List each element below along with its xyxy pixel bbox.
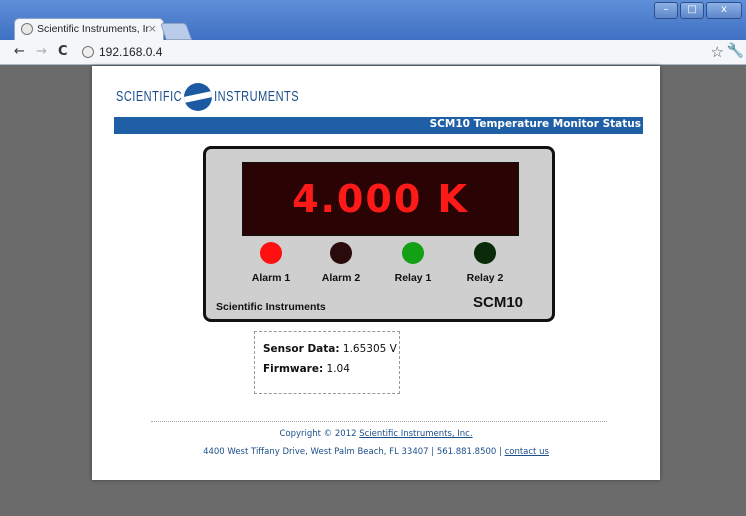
- company-link[interactable]: Scientific Instruments, Inc.: [359, 429, 472, 439]
- browser-toolbar: ← → C 192.168.0.4 ☆ 🔧: [0, 40, 746, 65]
- window-controls: – □ x: [654, 2, 742, 19]
- sensor-data-row: Sensor Data: 1.65305 V: [263, 343, 397, 355]
- temperature-reading: 4.000 K: [292, 177, 469, 221]
- alarm-2-label: Alarm 2: [321, 272, 361, 284]
- tab-title: Scientific Instruments, Inc. SC: [37, 23, 149, 35]
- alarm-1-label: Alarm 1: [251, 272, 291, 284]
- relay-2-indicator: [474, 242, 496, 264]
- firmware-value: 1.04: [326, 363, 350, 375]
- footer-divider: [151, 421, 607, 422]
- firmware-row: Firmware: 1.04: [263, 363, 350, 375]
- relay-2-label: Relay 2: [466, 272, 504, 284]
- footer-copyright: Copyright © 2012 Scientific Instruments,…: [92, 429, 660, 439]
- browser-tab[interactable]: Scientific Instruments, Inc. SC ×: [14, 18, 164, 40]
- browser-title-bar: Scientific Instruments, Inc. SC × – □ x: [0, 0, 746, 40]
- web-page: SCIENTIFIC INSTRUMENTS SCM10 Temperature…: [92, 66, 660, 480]
- reload-icon[interactable]: C: [58, 44, 68, 59]
- sensor-data-value: 1.65305 V: [342, 343, 397, 355]
- page-favicon-icon: [21, 23, 33, 35]
- relay-1-label: Relay 1: [394, 272, 432, 284]
- wrench-menu-icon[interactable]: 🔧: [727, 43, 744, 59]
- minimize-button[interactable]: –: [654, 2, 678, 19]
- title-banner: SCM10 Temperature Monitor Status: [114, 117, 643, 134]
- back-arrow-icon[interactable]: ←: [14, 44, 25, 59]
- bookmark-star-icon[interactable]: ☆: [711, 43, 724, 61]
- logo-text-left: SCIENTIFIC: [116, 89, 183, 105]
- company-logo: SCIENTIFIC INSTRUMENTS: [116, 82, 299, 112]
- logo-text-right: INSTRUMENTS: [214, 89, 300, 105]
- logo-emblem-icon: [184, 83, 213, 111]
- firmware-label: Firmware:: [263, 363, 324, 375]
- close-window-button[interactable]: x: [706, 2, 742, 19]
- copyright-text: Copyright © 2012: [279, 429, 357, 439]
- footer-address: 4400 West Tiffany Drive, West Palm Beach…: [92, 447, 660, 457]
- instrument-panel: 4.000 K Alarm 1 Alarm 2 Relay 1 Relay 2 …: [203, 146, 555, 322]
- temperature-display: 4.000 K: [242, 162, 519, 236]
- relay-1-indicator: [402, 242, 424, 264]
- address-bar[interactable]: 192.168.0.4: [99, 45, 162, 59]
- page-title: SCM10 Temperature Monitor Status: [429, 118, 641, 130]
- alarm-2-indicator: [330, 242, 352, 264]
- forward-arrow-icon[interactable]: →: [36, 44, 47, 59]
- tab-close-icon[interactable]: ×: [148, 22, 157, 35]
- instrument-model: SCM10: [473, 294, 524, 311]
- maximize-button[interactable]: □: [680, 2, 704, 19]
- sensor-data-label: Sensor Data:: [263, 343, 340, 355]
- contact-us-link[interactable]: contact us: [505, 447, 549, 457]
- status-info-box: Sensor Data: 1.65305 V Firmware: 1.04: [254, 331, 400, 394]
- new-tab-button[interactable]: [159, 23, 193, 40]
- address-text: 4400 West Tiffany Drive, West Palm Beach…: [203, 447, 502, 457]
- instrument-brand: Scientific Instruments: [216, 301, 326, 313]
- site-info-icon[interactable]: [82, 46, 94, 58]
- alarm-1-indicator: [260, 242, 282, 264]
